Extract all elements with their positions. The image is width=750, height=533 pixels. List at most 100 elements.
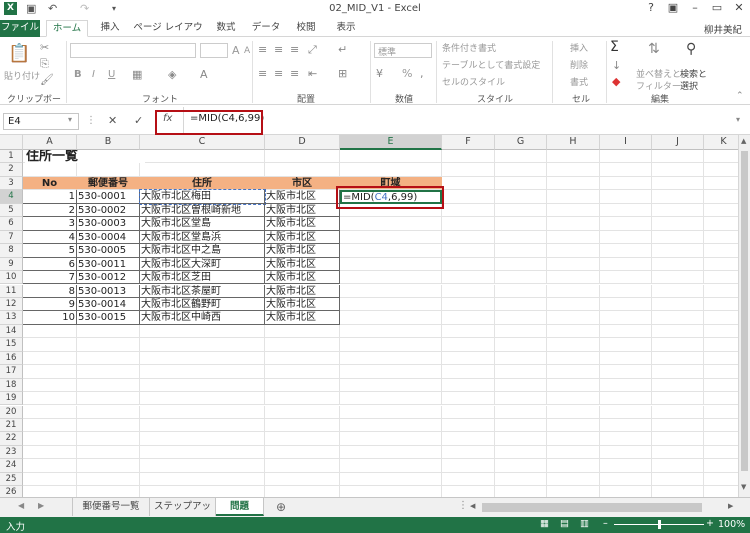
row-header-14[interactable]: 14 — [0, 324, 23, 339]
cell[interactable] — [495, 338, 547, 352]
cell[interactable] — [140, 338, 265, 352]
row-header-1[interactable]: 1 — [0, 150, 23, 164]
tab-formulas[interactable]: 数式 — [208, 20, 244, 37]
cell[interactable] — [140, 392, 265, 406]
cell[interactable] — [77, 392, 140, 406]
cell[interactable] — [265, 378, 340, 393]
cell[interactable] — [77, 163, 140, 177]
cell[interactable] — [265, 338, 340, 352]
cell[interactable] — [704, 285, 738, 298]
cell[interactable] — [442, 176, 495, 191]
cell[interactable] — [547, 284, 600, 298]
row-header-17[interactable]: 17 — [0, 365, 23, 379]
cell[interactable] — [547, 365, 600, 379]
column-header-b[interactable]: B — [77, 135, 140, 150]
cell[interactable] — [704, 177, 738, 191]
select-all-corner[interactable] — [0, 135, 23, 150]
cell[interactable] — [547, 190, 600, 204]
comma-icon[interactable]: , — [420, 67, 424, 80]
cell[interactable] — [495, 217, 547, 231]
cell[interactable] — [442, 419, 495, 433]
cell[interactable] — [652, 284, 704, 298]
cell[interactable] — [547, 230, 600, 245]
table-cell-no[interactable]: 1 — [23, 190, 77, 204]
cell[interactable] — [704, 379, 738, 393]
ribbon-display-button[interactable]: ▣ — [662, 1, 684, 17]
cell[interactable] — [704, 473, 738, 487]
cell[interactable] — [265, 432, 340, 446]
row-header-4[interactable]: 4 — [0, 190, 23, 204]
column-header-e[interactable]: E — [340, 135, 442, 150]
italic-button[interactable]: I — [92, 69, 95, 80]
column-header-c[interactable]: C — [140, 135, 265, 150]
cell[interactable] — [704, 419, 738, 433]
cell[interactable] — [704, 432, 738, 446]
table-cell-zip[interactable]: 530-0011 — [77, 257, 140, 271]
cell[interactable] — [600, 244, 652, 258]
cell[interactable] — [77, 324, 140, 339]
cell[interactable] — [23, 472, 77, 487]
cell[interactable] — [704, 365, 738, 379]
insert-cells-button[interactable]: 挿入 — [570, 41, 588, 54]
align-center-icon[interactable]: ≡ — [274, 67, 283, 80]
table-cell-city[interactable]: 大阪市北区 — [265, 284, 340, 298]
align-left-icon[interactable]: ≡ — [258, 67, 267, 80]
fill-color-icon[interactable]: ◈ — [168, 68, 176, 81]
cell[interactable] — [600, 217, 652, 231]
cell[interactable] — [23, 163, 77, 177]
paste-label[interactable]: 貼り付け — [4, 69, 40, 82]
cell[interactable] — [600, 351, 652, 366]
scroll-thumb[interactable] — [741, 151, 748, 471]
cell[interactable] — [600, 297, 652, 312]
cell[interactable] — [442, 486, 495, 497]
select-label[interactable]: 選択 — [680, 79, 698, 92]
cell[interactable] — [652, 311, 704, 325]
cell[interactable] — [140, 459, 265, 473]
cell[interactable] — [340, 432, 442, 446]
cell[interactable] — [442, 230, 495, 245]
row-header-11[interactable]: 11 — [0, 284, 23, 298]
cell[interactable] — [652, 244, 704, 258]
cell[interactable] — [704, 311, 738, 325]
tab-view[interactable]: 表示 — [328, 20, 364, 37]
row-header-18[interactable]: 18 — [0, 378, 23, 393]
cell[interactable] — [600, 324, 652, 339]
cell[interactable] — [140, 163, 265, 177]
cell[interactable] — [340, 244, 442, 258]
find-select-icon[interactable]: ⚲ — [686, 41, 696, 57]
font-color-icon[interactable]: A — [200, 68, 208, 81]
close-button[interactable]: ✕ — [728, 1, 750, 17]
table-header[interactable]: 住所 — [140, 176, 265, 191]
table-cell-no[interactable]: 7 — [23, 271, 77, 285]
cell[interactable] — [652, 419, 704, 433]
cell[interactable] — [340, 271, 442, 285]
sort-filter-icon[interactable]: ⇅ — [648, 41, 660, 57]
cell[interactable] — [442, 150, 495, 164]
column-header-h[interactable]: H — [547, 135, 600, 150]
cell[interactable] — [600, 378, 652, 393]
cell[interactable] — [495, 257, 547, 271]
cell[interactable] — [340, 324, 442, 339]
sheet-tab[interactable]: 郵便番号一覧 — [72, 498, 150, 516]
align-bottom-icon[interactable]: ≡ — [290, 43, 299, 56]
cell[interactable] — [340, 230, 442, 245]
row-header-8[interactable]: 8 — [0, 244, 23, 258]
normal-view-icon[interactable]: ▦ — [540, 518, 549, 529]
cell[interactable] — [600, 338, 652, 352]
table-cell-zip[interactable]: 530-0012 — [77, 271, 140, 285]
cell[interactable] — [442, 445, 495, 460]
vertical-scrollbar[interactable]: ▲ ▼ — [738, 135, 750, 497]
cell[interactable] — [442, 351, 495, 366]
table-cell-zip[interactable]: 530-0004 — [77, 230, 140, 245]
cell[interactable] — [442, 297, 495, 312]
row-header-5[interactable]: 5 — [0, 203, 23, 218]
cell[interactable] — [340, 419, 442, 433]
cell[interactable] — [442, 284, 495, 298]
cell[interactable] — [495, 230, 547, 245]
cell[interactable] — [495, 284, 547, 298]
cell[interactable] — [652, 445, 704, 460]
cell[interactable] — [495, 365, 547, 379]
user-name[interactable]: 柳井美紀 — [704, 22, 742, 36]
column-header-j[interactable]: J — [652, 135, 704, 150]
format-painter-icon[interactable]: 🖌 — [40, 73, 54, 86]
